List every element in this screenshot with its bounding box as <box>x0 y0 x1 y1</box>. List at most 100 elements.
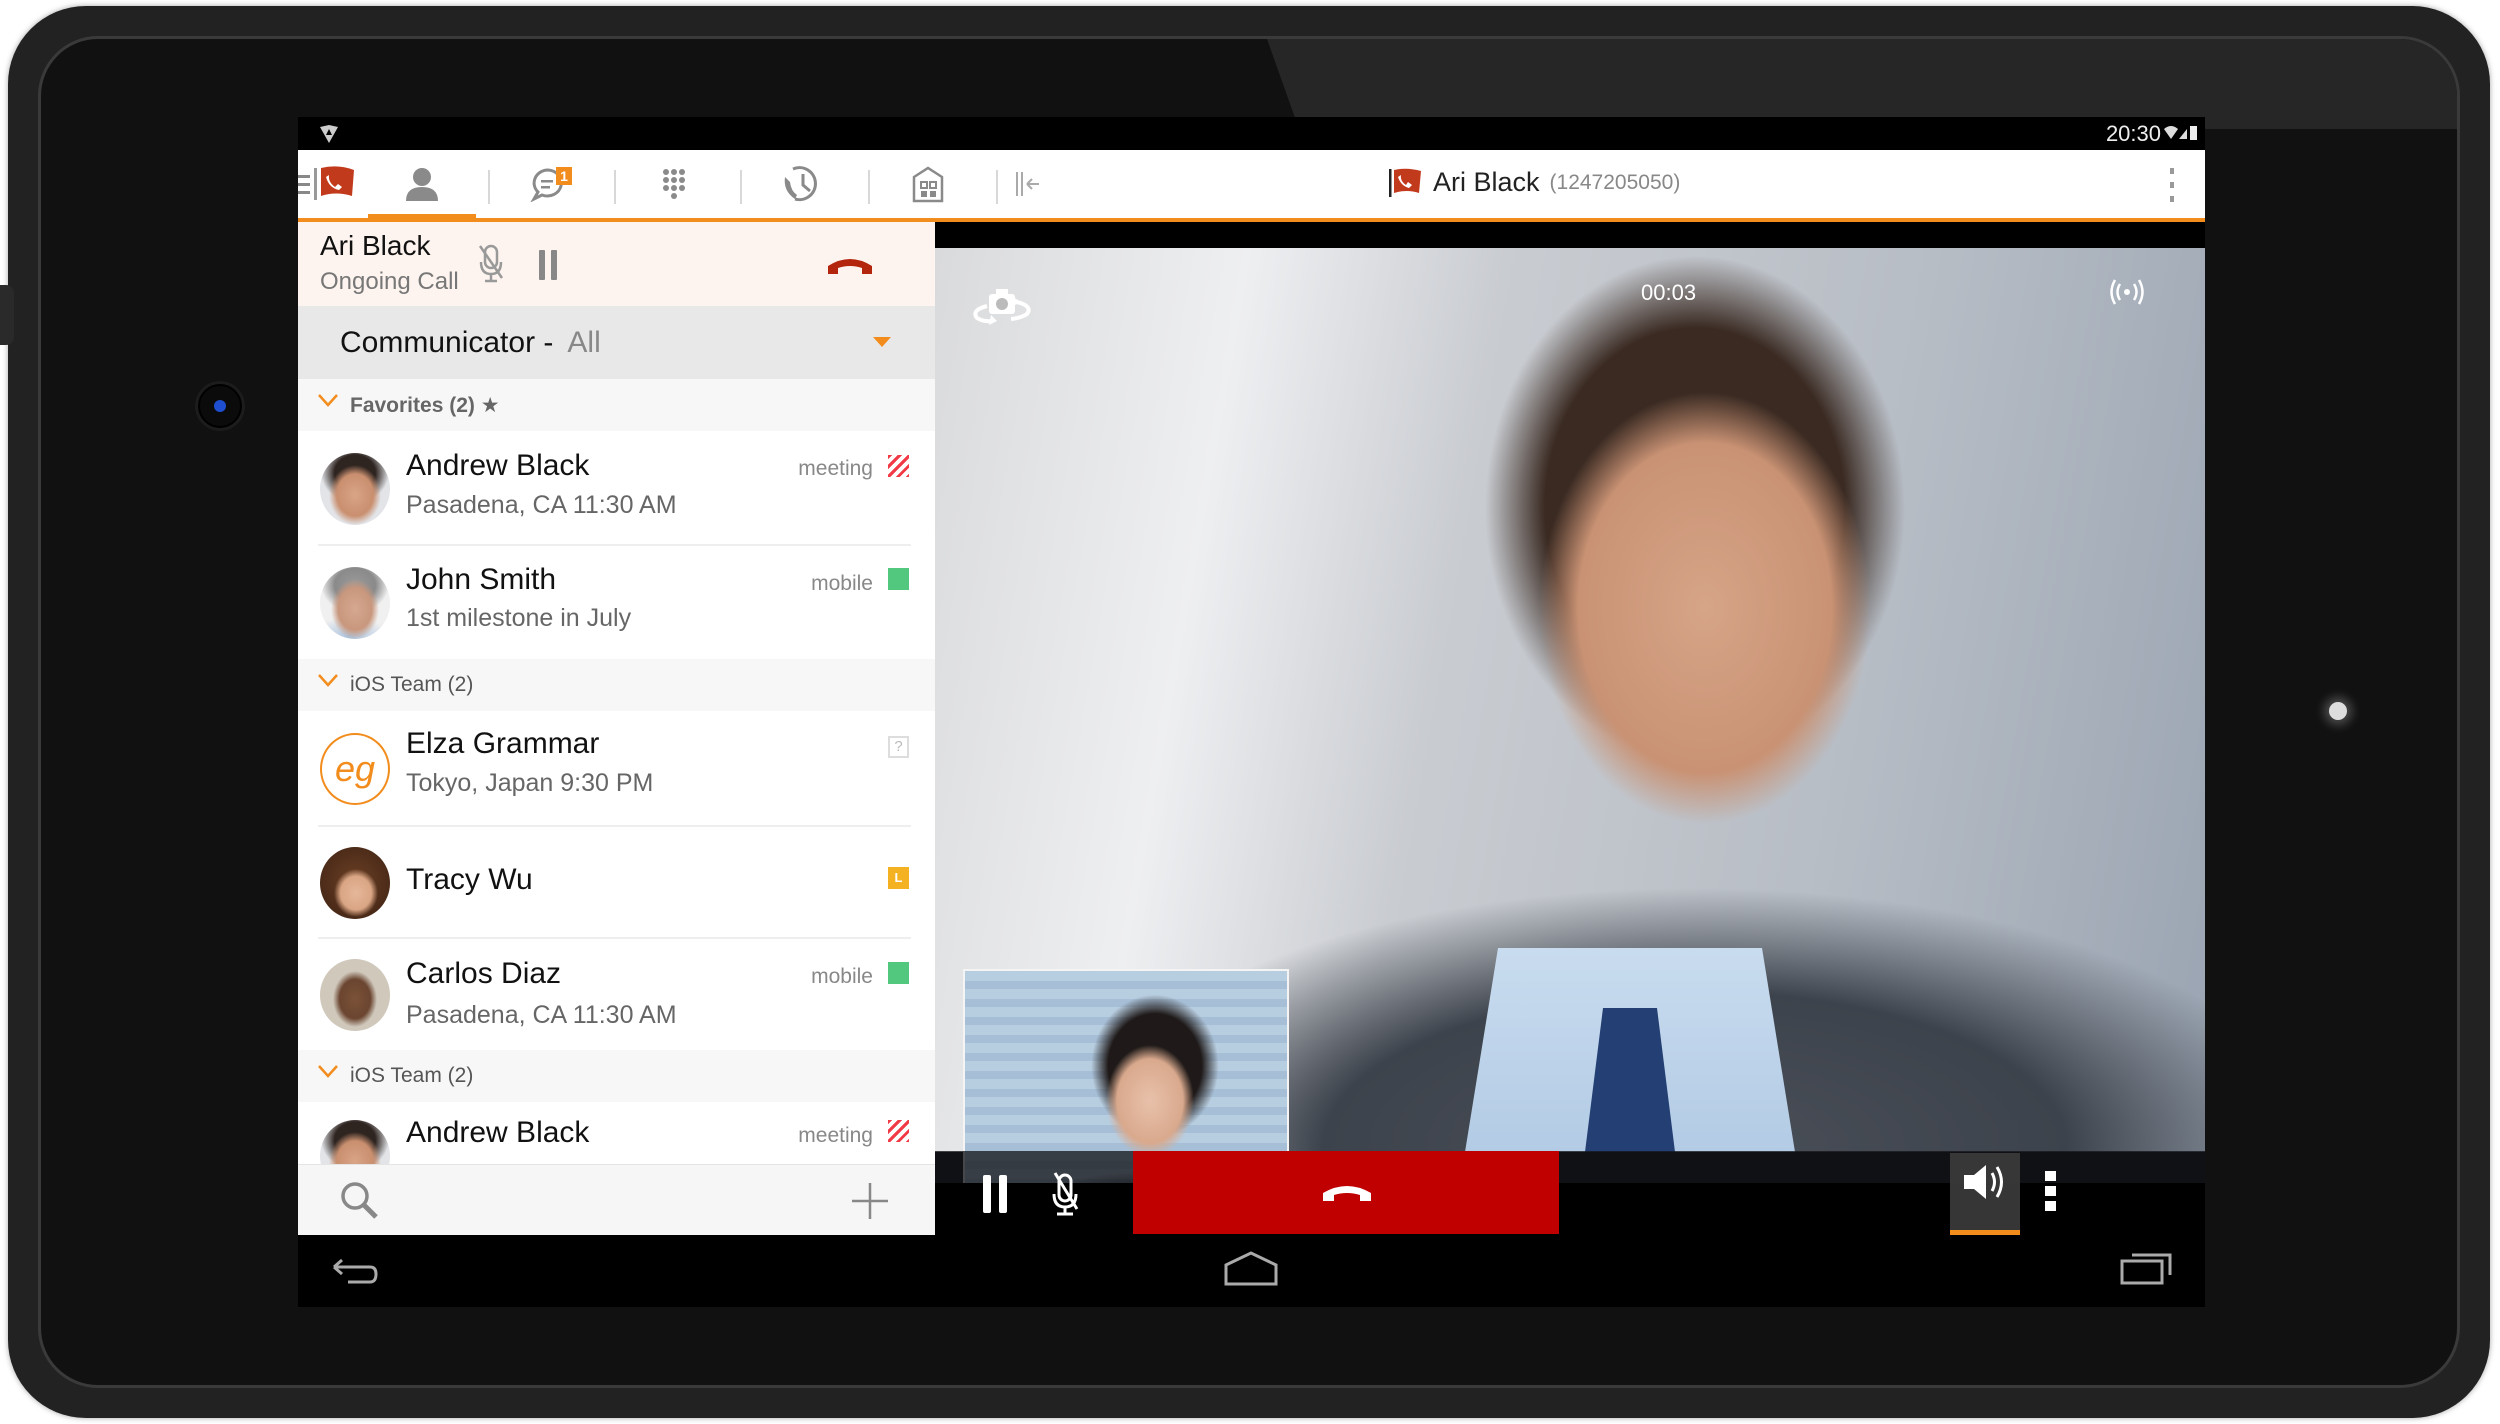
contact-status: meeting <box>798 1124 873 1147</box>
mic-muted-icon <box>1052 1172 1079 1216</box>
status-icons <box>2164 126 2197 140</box>
group-header-favorites[interactable]: Favorites (2) ★ <box>298 379 935 431</box>
avatar-initials: eg <box>320 733 390 805</box>
side-button <box>0 285 14 345</box>
avatar <box>320 567 390 639</box>
more-vert-icon[interactable] <box>2168 166 2176 204</box>
ongoing-call-status: Ongoing Call <box>320 268 459 295</box>
call-history-icon <box>784 166 817 202</box>
recent-apps-icon[interactable] <box>2120 1247 2174 1287</box>
status-bar: 20:30 <box>298 117 2205 150</box>
dropdown-arrow-icon <box>873 337 891 347</box>
contact-subtitle: Pasadena, CA 11:30 AM <box>406 1001 677 1029</box>
flip-camera-icon[interactable] <box>967 284 1037 330</box>
battery-icon <box>2190 126 2197 140</box>
app-logo[interactable] <box>312 150 360 218</box>
end-call-button[interactable] <box>1133 1151 1559 1234</box>
ongoing-call-name: Ari Black <box>320 230 431 261</box>
call-timer: 00:03 <box>1641 280 1697 305</box>
end-call-icon <box>1323 1186 1371 1201</box>
home-icon[interactable] <box>1223 1249 1279 1287</box>
pause-button[interactable] <box>967 1171 1027 1221</box>
ongoing-call-bar[interactable]: Ari Black Ongoing Call <box>298 222 935 306</box>
signal-icon <box>2179 129 2187 139</box>
call-contact-name: Ari Black <box>1433 167 1540 197</box>
active-call-title: Ari Black (1247205050) <box>1389 167 1680 198</box>
contact-row[interactable]: Andrew Black meeting <box>298 1102 935 1164</box>
tablet-screen: 20:30 1 Ari Black (1247205050) Ari Black… <box>298 117 2205 1307</box>
pause-icon[interactable] <box>538 248 558 282</box>
video-area: 00:03 <box>935 222 2205 1235</box>
group-label: Favorites (2) ★ <box>350 393 500 418</box>
tab-divider <box>740 170 742 204</box>
group-header-ios-team[interactable]: iOS Team (2) <box>298 1050 935 1102</box>
broadcast-icon <box>2110 279 2144 305</box>
contact-subtitle: Pasadena, CA 11:30 AM <box>406 491 677 519</box>
person-icon <box>406 168 438 201</box>
group-label-text: Favorites (2) <box>350 394 475 417</box>
message-badge: 1 <box>556 167 572 185</box>
contact-subtitle: Tokyo, Japan 9:30 PM <box>406 769 654 797</box>
contact-name: Tracy Wu <box>406 863 533 896</box>
menu-button[interactable] <box>298 150 310 218</box>
flag-phone-icon <box>1389 168 1421 197</box>
light-sensor <box>2329 702 2347 720</box>
contact-row[interactable]: Tracy Wu L <box>298 827 935 939</box>
contact-row[interactable]: Andrew Black Pasadena, CA 11:30 AM meeti… <box>298 431 935 546</box>
mic-muted-icon[interactable] <box>476 242 506 286</box>
filter-dropdown[interactable]: Communicator - All <box>298 306 935 379</box>
group-label: iOS Team (2) <box>350 1064 474 1087</box>
filter-value: All <box>567 326 601 359</box>
more-vert-icon[interactable] <box>2041 1167 2061 1217</box>
tab-divider <box>614 170 616 204</box>
contact-status: meeting <box>798 457 873 480</box>
star-icon: ★ <box>480 394 500 417</box>
presence-unknown-icon: ? <box>888 736 909 758</box>
speaker-button[interactable] <box>1950 1153 2020 1235</box>
contact-row[interactable]: John Smith 1st milestone in July mobile <box>298 546 935 659</box>
panel-bottom-bar <box>298 1164 935 1236</box>
contact-name: Andrew Black <box>406 449 590 482</box>
contact-row[interactable]: eg Elza Grammar Tokyo, Japan 9:30 PM ? <box>298 711 935 827</box>
app-bar: 1 Ari Black (1247205050) <box>298 150 2205 222</box>
wifi-icon <box>2164 126 2178 139</box>
contact-name: Elza Grammar <box>406 727 600 760</box>
contact-name: Andrew Black <box>406 1116 590 1149</box>
presence-away-icon: L <box>888 867 909 889</box>
tab-directory[interactable] <box>874 150 982 218</box>
front-camera <box>198 384 242 428</box>
presence-meeting-icon <box>888 1120 909 1142</box>
call-contact-number: (1247205050) <box>1549 170 1681 194</box>
tab-history[interactable] <box>746 150 856 218</box>
search-icon[interactable] <box>338 1179 382 1223</box>
collapse-panel-button[interactable] <box>998 150 1058 218</box>
pause-icon <box>983 1175 1007 1213</box>
presence-available-icon <box>888 962 909 984</box>
end-call-icon[interactable] <box>826 254 874 276</box>
filter-label: Communicator - All <box>340 326 601 360</box>
group-header-ios-team[interactable]: iOS Team (2) <box>298 659 935 711</box>
presence-meeting-icon <box>888 455 909 477</box>
building-icon <box>912 166 944 203</box>
avatar <box>320 847 390 919</box>
avatar <box>320 1120 390 1164</box>
back-icon[interactable] <box>330 1257 380 1287</box>
chevron-down-icon <box>318 394 338 407</box>
plus-icon[interactable] <box>850 1181 890 1221</box>
collapse-left-icon <box>1016 172 1039 196</box>
contact-subtitle: 1st milestone in July <box>406 604 632 632</box>
flag-phone-icon <box>314 166 354 200</box>
chevron-down-icon <box>318 674 338 687</box>
mute-button[interactable] <box>1035 1167 1095 1227</box>
tab-divider <box>488 170 490 204</box>
hamburger-icon <box>298 175 310 194</box>
speaker-icon <box>1964 1165 2003 1199</box>
tab-contacts[interactable] <box>368 150 476 222</box>
bezel-reflection <box>1267 39 2457 129</box>
app-shield-icon <box>320 125 338 143</box>
tab-messages[interactable]: 1 <box>493 150 603 218</box>
filter-label-text: Communicator - <box>340 326 554 359</box>
tab-dialpad[interactable] <box>620 150 728 218</box>
contact-row[interactable]: Carlos Diaz Pasadena, CA 11:30 AM mobile <box>298 939 935 1050</box>
chevron-down-icon <box>318 1065 338 1078</box>
